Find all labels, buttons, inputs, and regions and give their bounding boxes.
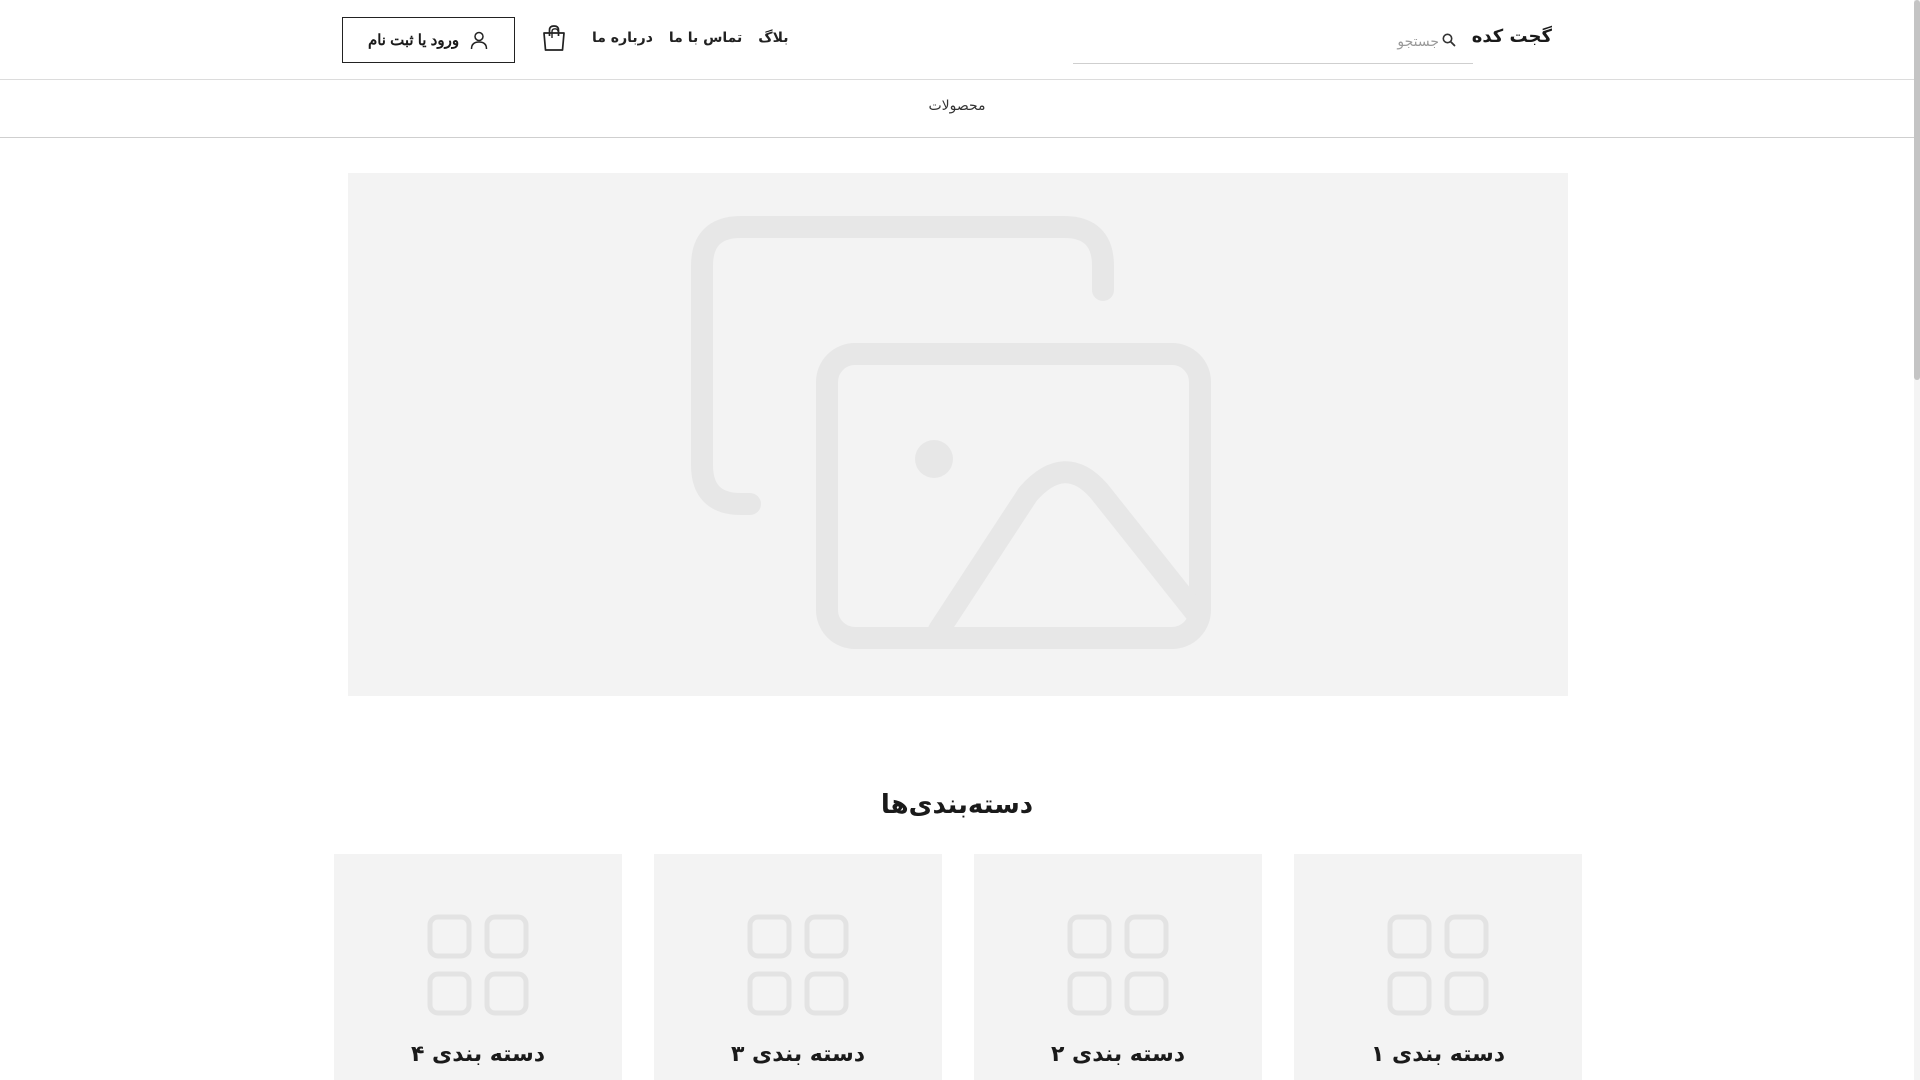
category-nav-bar: محصولات	[0, 80, 1914, 138]
user-icon	[470, 31, 488, 50]
category-card-label: دسته بندی ۴	[410, 1042, 546, 1067]
category-card-4[interactable]: دسته بندی ۴	[334, 854, 622, 1080]
nav-link-blog[interactable]: بلاگ	[758, 30, 788, 46]
category-card-1[interactable]: دسته بندی ۱	[1294, 854, 1582, 1080]
category-card-2[interactable]: دسته بندی ۲	[974, 854, 1262, 1080]
nav-link-about[interactable]: درباره ما	[592, 30, 653, 46]
hero-banner[interactable]	[348, 173, 1568, 696]
shopping-bag-icon[interactable]	[541, 24, 567, 52]
image-placeholder-icon	[691, 216, 1211, 649]
nav-link-contact[interactable]: تماس با ما	[669, 30, 742, 46]
scrollbar-thumb[interactable]	[1914, 0, 1920, 380]
grid-icon	[427, 914, 529, 1016]
grid-icon	[1067, 914, 1169, 1016]
category-card-label: دسته بندی ۱	[1370, 1042, 1506, 1067]
category-card-3[interactable]: دسته بندی ۳	[654, 854, 942, 1080]
login-register-button[interactable]: ورود یا ثبت نام	[342, 17, 515, 63]
main-nav: درباره ما تماس با ما بلاگ	[592, 30, 789, 46]
search-icon[interactable]	[1441, 32, 1457, 48]
login-button-label: ورود یا ثبت نام	[367, 32, 460, 49]
site-header: گجت کده درباره ما تماس با ما بلاگ ورود ی…	[0, 0, 1914, 80]
search-input[interactable]	[1099, 28, 1439, 56]
categories-title: دسته‌بندی‌ها	[880, 790, 1034, 820]
nav-link-products[interactable]: محصولات	[0, 98, 1914, 114]
category-card-label: دسته بندی ۳	[730, 1042, 866, 1067]
search-bar	[1073, 22, 1473, 64]
categories-grid: دسته بندی ۱ دسته بندی ۲ دسته بندی ۳ دسته…	[334, 854, 1582, 1080]
category-card-label: دسته بندی ۲	[1050, 1042, 1186, 1067]
grid-icon	[1387, 914, 1489, 1016]
site-logo[interactable]: گجت کده	[1472, 26, 1552, 47]
grid-icon	[747, 914, 849, 1016]
page-scrollbar[interactable]	[1914, 0, 1920, 1080]
